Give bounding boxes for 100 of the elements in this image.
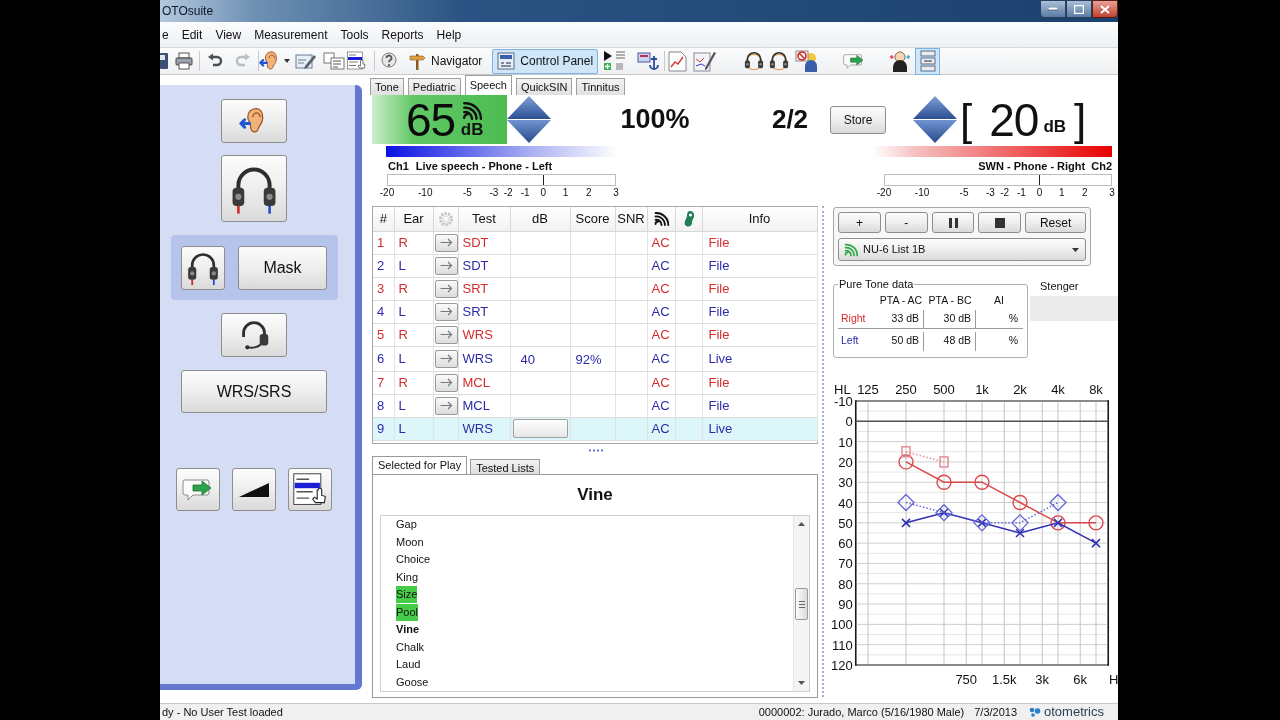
table-row[interactable]: 3 R SRT AC File bbox=[373, 277, 817, 300]
table-row[interactable]: 2 L SDT AC File bbox=[373, 254, 817, 277]
minimize-button[interactable] bbox=[1040, 0, 1066, 18]
speech-arrow-button[interactable] bbox=[176, 468, 220, 511]
headset-button[interactable] bbox=[221, 313, 287, 357]
column-header[interactable]: Ear bbox=[394, 207, 433, 231]
column-header[interactable]: SNR bbox=[615, 207, 647, 231]
arrow-button[interactable] bbox=[434, 396, 458, 415]
column-header[interactable]: Info bbox=[702, 207, 817, 231]
word-item[interactable]: Chalk bbox=[396, 638, 425, 656]
word-item[interactable]: Size bbox=[396, 586, 418, 604]
menu-item[interactable]: e bbox=[162, 25, 169, 44]
word-item[interactable]: Gap bbox=[396, 516, 417, 534]
stop-button[interactable] bbox=[978, 212, 1022, 233]
level-down-button[interactable] bbox=[507, 120, 551, 143]
column-header[interactable]: dB bbox=[510, 207, 570, 231]
arrow-button[interactable] bbox=[434, 325, 458, 344]
table-row[interactable]: 9 L WRS AC Live bbox=[373, 417, 817, 440]
tab[interactable]: Selected for Play bbox=[372, 456, 468, 474]
menu-item[interactable]: Reports bbox=[381, 25, 424, 44]
toolbar-button[interactable]: Navigator bbox=[403, 48, 488, 74]
word-item[interactable]: Laud bbox=[396, 656, 421, 674]
menu-item[interactable]: View bbox=[215, 25, 242, 44]
arrow-button[interactable] bbox=[434, 373, 458, 392]
person-icon[interactable] bbox=[890, 50, 911, 72]
monitor-anchor-icon[interactable] bbox=[637, 51, 661, 71]
table-row[interactable]: 8 L MCL AC File bbox=[373, 394, 817, 417]
data-marker bbox=[901, 518, 911, 528]
arrow-button[interactable] bbox=[434, 256, 458, 275]
control-button[interactable]: Reset bbox=[1025, 212, 1086, 233]
word-item[interactable]: Pool bbox=[396, 603, 419, 621]
word-item[interactable]: Goose bbox=[396, 673, 429, 691]
control-button[interactable]: - bbox=[884, 212, 928, 233]
input-field[interactable] bbox=[512, 419, 568, 438]
chart-document-icon[interactable] bbox=[668, 50, 688, 72]
undo-icon[interactable] bbox=[207, 53, 223, 69]
arrow-button[interactable] bbox=[434, 233, 458, 252]
test-selector-button[interactable] bbox=[288, 468, 332, 511]
scrollbar[interactable] bbox=[793, 516, 809, 691]
list-pointer-icon[interactable] bbox=[345, 51, 368, 71]
arrow-right-icon bbox=[439, 330, 453, 339]
menu-item[interactable]: Help bbox=[436, 25, 462, 44]
column-header[interactable]: # bbox=[373, 207, 394, 231]
axis-tick-label: 1.5k bbox=[991, 672, 1017, 687]
table-cell: File bbox=[702, 323, 817, 346]
close-button[interactable] bbox=[1092, 0, 1118, 18]
arrow-button[interactable] bbox=[434, 279, 458, 298]
table-row[interactable]: 6 L WRS 40 92% AC Live bbox=[373, 346, 817, 371]
headphones-icon[interactable] bbox=[743, 50, 766, 72]
caret-icon[interactable] bbox=[284, 59, 290, 63]
scrollbar-thumb[interactable] bbox=[795, 588, 808, 620]
mask-button[interactable]: Mask bbox=[238, 245, 327, 290]
toolbar-button[interactable]: Control Panel bbox=[492, 48, 599, 74]
no-entry-person-icon[interactable] bbox=[795, 50, 819, 72]
tab[interactable]: Tinnitus bbox=[576, 78, 625, 95]
help-icon[interactable] bbox=[381, 52, 397, 70]
control-button[interactable]: + bbox=[838, 212, 881, 233]
headphones-icon[interactable] bbox=[768, 50, 791, 72]
table-cell: 33 dB bbox=[878, 309, 924, 328]
arrow-button[interactable] bbox=[434, 349, 458, 368]
table-row[interactable]: 1 R SDT AC File bbox=[373, 231, 817, 254]
speech-arrow-icon[interactable] bbox=[843, 51, 866, 71]
tab[interactable]: Tested Lists bbox=[470, 459, 541, 474]
table-row[interactable]: 4 L SRT AC File bbox=[373, 300, 817, 323]
store-button[interactable]: Store bbox=[830, 105, 886, 134]
column-header[interactable]: Test bbox=[458, 207, 510, 231]
menu-item[interactable]: Tools bbox=[340, 25, 369, 44]
level-down-button[interactable] bbox=[913, 120, 957, 143]
arrow-button[interactable] bbox=[434, 302, 458, 321]
tab[interactable]: QuickSIN bbox=[515, 78, 573, 95]
ramp-button[interactable] bbox=[232, 468, 276, 511]
headphones-button[interactable] bbox=[221, 155, 287, 222]
maximize-button[interactable] bbox=[1066, 0, 1092, 18]
tab[interactable]: Speech bbox=[464, 75, 512, 95]
pause-button[interactable] bbox=[931, 212, 975, 233]
mode-button[interactable]: WRS/SRS bbox=[181, 370, 327, 413]
pen-chart-icon[interactable] bbox=[693, 50, 718, 72]
menu-item[interactable]: Edit bbox=[181, 25, 203, 44]
word-item[interactable]: Choice bbox=[396, 551, 431, 569]
menu-item[interactable]: Measurement bbox=[254, 25, 328, 44]
form-edit-icon[interactable] bbox=[295, 52, 317, 70]
word-list-dropdown[interactable]: NU-6 List 1B bbox=[838, 238, 1086, 261]
column-header[interactable]: Score bbox=[570, 207, 615, 231]
word-item[interactable]: Moon bbox=[396, 533, 424, 551]
word-item[interactable]: King bbox=[396, 568, 419, 586]
level-up-button[interactable] bbox=[913, 96, 957, 119]
layout-toggle-button[interactable] bbox=[915, 47, 941, 75]
ear-button[interactable] bbox=[221, 99, 287, 143]
arrow-right-icon bbox=[439, 284, 453, 293]
play-list-icon[interactable] bbox=[603, 50, 628, 72]
table-cell: AC bbox=[647, 346, 675, 371]
table-row[interactable]: 7 R MCL AC File bbox=[373, 371, 817, 394]
printer-icon[interactable] bbox=[175, 52, 193, 70]
tab[interactable]: Pediatric bbox=[407, 78, 461, 95]
word-item[interactable]: Vine bbox=[396, 621, 420, 639]
level-up-button[interactable] bbox=[507, 96, 551, 119]
tab[interactable]: Tone bbox=[370, 78, 404, 95]
headphones-button[interactable] bbox=[181, 245, 225, 290]
current-word: Vine bbox=[577, 484, 613, 507]
table-row[interactable]: 5 R WRS AC File bbox=[373, 323, 817, 346]
